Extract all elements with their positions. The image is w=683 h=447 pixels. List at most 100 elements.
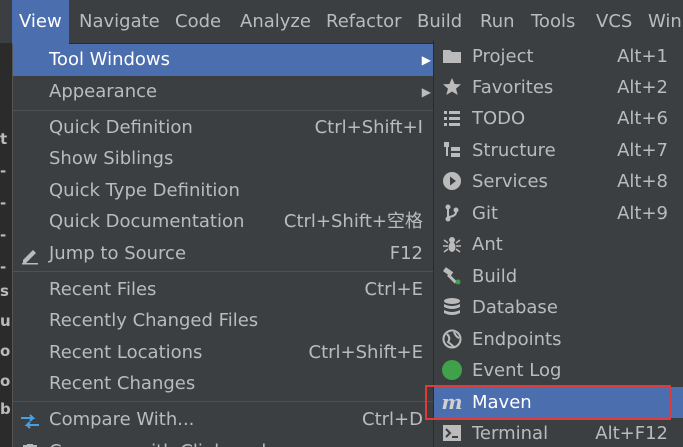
tool-windows-submenu: Project Alt+1 Favorites Alt+2 TODO Alt+6… <box>425 40 683 447</box>
database-icon <box>441 296 463 318</box>
ant-icon <box>441 233 463 255</box>
submenu-item-project[interactable]: Project Alt+1 <box>434 41 683 72</box>
pencil-icon <box>19 244 41 266</box>
menu-item-label: Tool Windows <box>49 49 171 70</box>
menu-analyze[interactable]: Analyze <box>240 0 311 44</box>
submenu-item-label: Event Log <box>472 360 562 381</box>
menu-item-appearance[interactable]: Appearance ▶ <box>13 76 433 108</box>
submenu-item-endpoints[interactable]: Endpoints <box>434 324 683 355</box>
submenu-item-label: Terminal <box>472 423 549 444</box>
menu-item-label: Appearance <box>49 81 158 102</box>
submenu-item-shortcut: Alt+1 <box>617 46 668 67</box>
compare-arrows-icon <box>19 410 41 432</box>
submenu-item-label: Maven <box>472 392 532 413</box>
submenu-item-shortcut: Alt+8 <box>617 171 668 192</box>
submenu-item-build[interactable]: Build <box>434 261 683 292</box>
hammer-icon <box>441 265 463 287</box>
menu-item-label: Compare With... <box>49 409 195 430</box>
editor-fragment: - <box>0 226 7 244</box>
clipboard-icon <box>19 442 41 447</box>
submenu-item-label: TODO <box>472 108 526 129</box>
event-log-icon <box>441 359 463 381</box>
menu-item-quick-documentation[interactable]: Quick Documentation Ctrl+Shift+空格 <box>13 206 433 238</box>
editor-fragment: b <box>0 400 11 418</box>
folder-icon <box>441 45 463 67</box>
submenu-item-shortcut: Alt+7 <box>617 140 668 161</box>
menu-separator <box>13 401 433 402</box>
menu-view[interactable]: View <box>12 0 69 44</box>
editor-fragment: - <box>0 258 7 276</box>
play-circle-icon <box>441 170 463 192</box>
submenu-item-label: Endpoints <box>472 329 562 350</box>
menu-item-shortcut: Ctrl+E <box>364 279 423 300</box>
submenu-arrow-icon: ▶ <box>421 85 431 99</box>
structure-icon <box>441 139 463 161</box>
menu-item-recent-locations[interactable]: Recent Locations Ctrl+Shift+E <box>13 337 433 369</box>
submenu-item-label: Database <box>472 297 558 318</box>
submenu-item-git[interactable]: Git Alt+9 <box>434 198 683 229</box>
menu-item-label: Recent Locations <box>49 342 203 363</box>
menu-navigate[interactable]: Navigate <box>79 0 160 44</box>
menu-tools[interactable]: Tools <box>531 0 575 44</box>
menu-item-label: Compare with Clipboard <box>49 436 266 447</box>
menu-separator <box>13 110 433 111</box>
menu-item-show-siblings[interactable]: Show Siblings <box>13 143 433 175</box>
git-branch-icon <box>441 202 463 224</box>
menu-item-label: Quick Definition <box>49 117 193 138</box>
menu-item-shortcut: Ctrl+Shift+I <box>314 117 423 138</box>
editor-fragment: - <box>0 194 7 212</box>
menu-item-shortcut: Ctrl+Shift+E <box>308 342 423 363</box>
menu-item-jump-to-source[interactable]: Jump to Source F12 <box>13 238 433 270</box>
editor-fragment: o <box>0 372 11 390</box>
list-icon <box>441 107 463 129</box>
terminal-icon <box>441 422 463 444</box>
submenu-arrow-icon: ▶ <box>421 53 431 67</box>
menu-item-label: Recent Files <box>49 279 157 300</box>
menu-build[interactable]: Build <box>417 0 462 44</box>
editor-fragment: - <box>0 162 7 180</box>
submenu-item-label: Favorites <box>472 77 554 98</box>
menu-item-label: Quick Documentation <box>49 211 245 232</box>
submenu-item-todo[interactable]: TODO Alt+6 <box>434 103 683 134</box>
menu-run[interactable]: Run <box>480 0 515 44</box>
menu-separator <box>13 271 433 272</box>
menu-item-label: Jump to Source <box>49 243 187 264</box>
editor-fragment: u <box>0 312 11 330</box>
menu-item-recent-files[interactable]: Recent Files Ctrl+E <box>13 274 433 306</box>
menu-vcs[interactable]: VCS <box>596 0 632 44</box>
submenu-item-label: Structure <box>472 140 556 161</box>
submenu-item-shortcut: Alt+6 <box>617 108 668 129</box>
menu-item-label: Quick Type Definition <box>49 180 240 201</box>
menu-item-recently-changed-files[interactable]: Recently Changed Files <box>13 305 433 337</box>
submenu-item-label: Services <box>472 171 548 192</box>
menu-item-tool-windows[interactable]: Tool Windows ▶ <box>13 44 433 76</box>
submenu-item-maven[interactable]: m Maven <box>425 385 683 420</box>
menu-item-label: Show Siblings <box>49 148 174 169</box>
submenu-item-services[interactable]: Services Alt+8 <box>434 166 683 197</box>
menu-item-compare-with-clipboard[interactable]: Compare with Clipboard <box>13 436 433 447</box>
maven-icon: m <box>441 389 463 414</box>
menu-item-shortcut: F12 <box>389 243 423 264</box>
submenu-item-shortcut: Alt+F12 <box>595 423 668 444</box>
submenu-item-structure[interactable]: Structure Alt+7 <box>434 135 683 166</box>
submenu-item-favorites[interactable]: Favorites Alt+2 <box>434 72 683 103</box>
menu-item-quick-definition[interactable]: Quick Definition Ctrl+Shift+I <box>13 112 433 144</box>
submenu-item-label: Project <box>472 46 534 67</box>
editor-fragment: t <box>0 130 8 148</box>
menu-item-quick-type-definition[interactable]: Quick Type Definition <box>13 175 433 207</box>
view-menu: Tool Windows ▶ Appearance ▶ Quick Defini… <box>12 44 433 447</box>
submenu-item-ant[interactable]: Ant <box>434 229 683 260</box>
globe-icon <box>441 328 463 350</box>
submenu-item-database[interactable]: Database <box>434 292 683 323</box>
editor-fragment: s <box>0 282 9 300</box>
menu-item-shortcut: Ctrl+Shift+空格 <box>283 211 423 232</box>
submenu-item-event-log[interactable]: Event Log <box>434 355 683 386</box>
menu-item-compare-with[interactable]: Compare With... Ctrl+D <box>13 404 433 436</box>
menu-refactor[interactable]: Refactor <box>326 0 402 44</box>
menu-item-shortcut: Ctrl+D <box>362 409 423 430</box>
menu-window[interactable]: Win <box>648 0 682 44</box>
star-icon <box>441 76 463 98</box>
menu-item-recent-changes[interactable]: Recent Changes <box>13 368 433 400</box>
menu-code[interactable]: Code <box>175 0 221 44</box>
submenu-item-terminal[interactable]: Terminal Alt+F12 <box>434 418 683 447</box>
